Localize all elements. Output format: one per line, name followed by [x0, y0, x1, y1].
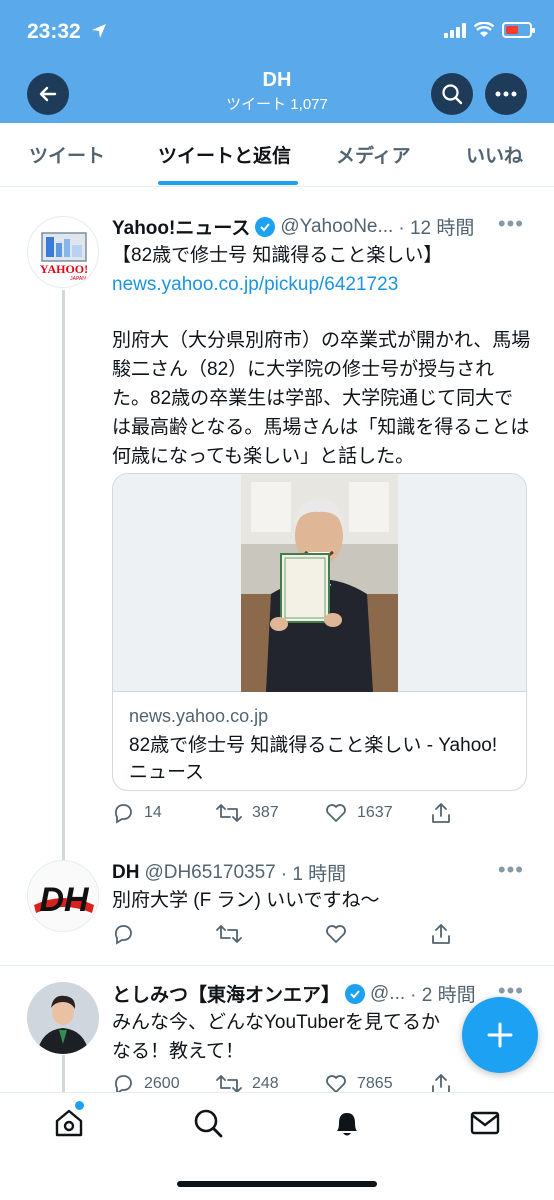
tweet-body: 別府大（大分県別府市）の卒業式が開かれ、馬場駿二さん（82）に大学院の修士号が授… [112, 330, 531, 467]
tweet-header: Yahoo!ニュース @YahooNe... · 12 時間 [112, 213, 474, 240]
share-icon [432, 803, 450, 823]
tweet-header-dh: DH @DH65170357 · 1 時間 [112, 859, 346, 886]
search-button[interactable] [431, 73, 473, 115]
status-icons [444, 22, 535, 38]
tweet-more-icon[interactable]: ••• [498, 857, 524, 883]
more-button[interactable] [485, 73, 527, 115]
profile-tabs: ツイート ツイートと返信 メディア いいね [0, 123, 554, 187]
location-arrow-icon [92, 24, 106, 38]
verified-badge-icon [255, 216, 276, 237]
reply-icon [114, 804, 132, 824]
author-handle: @YahooNe... [280, 215, 394, 237]
avatar-yahoo-news[interactable]: YAHOO! JAPAN [27, 216, 99, 288]
avatar-toshimitsu[interactable] [27, 982, 99, 1054]
notifications-bell-icon[interactable] [331, 1107, 363, 1139]
retweet-button[interactable]: 387 [216, 802, 279, 824]
retweet-icon [216, 804, 242, 822]
tweet-body: みんな今、どんなYouTuberを見てるか なる！教えて！ [112, 1012, 440, 1062]
reply-icon [114, 925, 132, 945]
tab-tweets[interactable]: ツイート [29, 141, 105, 168]
person-photo-icon [27, 982, 99, 1054]
dh-logo-icon: DH [28, 861, 98, 931]
heart-icon [326, 804, 346, 822]
tweet-body: 別府大学 (F ラン) いいですね〜 [112, 890, 380, 911]
reply-button[interactable]: 14 [112, 802, 162, 824]
tab-likes[interactable]: いいね [466, 141, 523, 168]
status-time: 23:32 [27, 20, 81, 43]
card-domain: news.yahoo.co.jp [129, 706, 269, 726]
verified-badge-icon [345, 983, 366, 1004]
author-name[interactable]: としみつ【東海オンエア】 [112, 980, 340, 1007]
search-icon [442, 84, 463, 105]
active-tab-indicator [158, 181, 298, 185]
retweet-button[interactable] [216, 923, 242, 945]
like-button[interactable] [325, 923, 347, 945]
retweet-count: 387 [252, 804, 279, 821]
retweet-count: 248 [252, 1075, 279, 1092]
yahoo-news-logo-icon: YAHOO! JAPAN [40, 232, 88, 282]
share-icon [432, 924, 450, 944]
home-icon[interactable] [53, 1107, 85, 1139]
card-image-area [113, 474, 526, 692]
compose-tweet-button[interactable] [462, 997, 538, 1073]
tweet-actions [112, 923, 532, 951]
like-count: 7865 [357, 1075, 393, 1092]
like-button[interactable]: 1637 [325, 802, 393, 824]
link-preview-card[interactable]: news.yahoo.co.jp 82歳で修士号 知識得ること楽しい - Yah… [112, 473, 527, 791]
tweet-time: · 12 時間 [398, 218, 475, 239]
share-button[interactable] [430, 802, 452, 824]
tab-media[interactable]: メディア [336, 141, 411, 168]
tweet-divider [0, 965, 554, 966]
tweet-more-icon[interactable]: ••• [498, 211, 524, 237]
dh-logo-text: DH [39, 881, 90, 919]
reply-button[interactable] [112, 923, 134, 945]
wifi-icon [474, 22, 494, 37]
tweet-actions: 14 387 1637 [112, 802, 532, 830]
battery-icon [502, 22, 535, 38]
tab-tweets-and-replies[interactable]: ツイートと返信 [158, 141, 291, 168]
tweet-time: · 2 時間 [410, 985, 476, 1006]
tweet-link[interactable]: news.yahoo.co.jp/pickup/6421723 [112, 270, 532, 299]
card-photo [241, 474, 398, 692]
retweet-icon [216, 925, 242, 943]
author-handle: @DH65170357 [144, 861, 276, 883]
yahoo-logo-text: YAHOO! [40, 262, 88, 276]
home-notification-dot [75, 1101, 84, 1110]
cellular-signal-icon [444, 22, 466, 38]
messages-envelope-icon[interactable] [469, 1107, 501, 1139]
reply-count: 14 [144, 804, 162, 821]
search-icon[interactable] [192, 1107, 224, 1139]
more-dots-icon [495, 91, 517, 97]
plus-icon [487, 1022, 513, 1048]
tweet-headline: 【82歳で修士号 知識得ること楽しい】 [112, 245, 443, 266]
profile-header: 23:32 DH ツイート 1,077 [0, 0, 554, 123]
card-title: 82歳で修士号 知識得ること楽しい - Yahoo!ニュース [129, 735, 498, 783]
tweet-header-toshimitsu: としみつ【東海オンエア】 @... · 2 時間 [112, 980, 476, 1007]
reply-count: 2600 [144, 1075, 180, 1092]
like-count: 1637 [357, 804, 393, 821]
author-handle: @... [370, 982, 406, 1004]
thread-line [62, 1055, 65, 1092]
author-name[interactable]: DH [112, 862, 139, 884]
thread-line [62, 290, 65, 930]
home-indicator [177, 1181, 377, 1187]
author-name[interactable]: Yahoo!ニュース [112, 213, 250, 240]
japan-logo-text: JAPAN [70, 276, 86, 282]
share-button[interactable] [430, 923, 452, 945]
tweet-time: · 1 時間 [280, 864, 347, 885]
heart-icon [326, 925, 346, 943]
avatar-dh[interactable]: DH [27, 860, 99, 932]
